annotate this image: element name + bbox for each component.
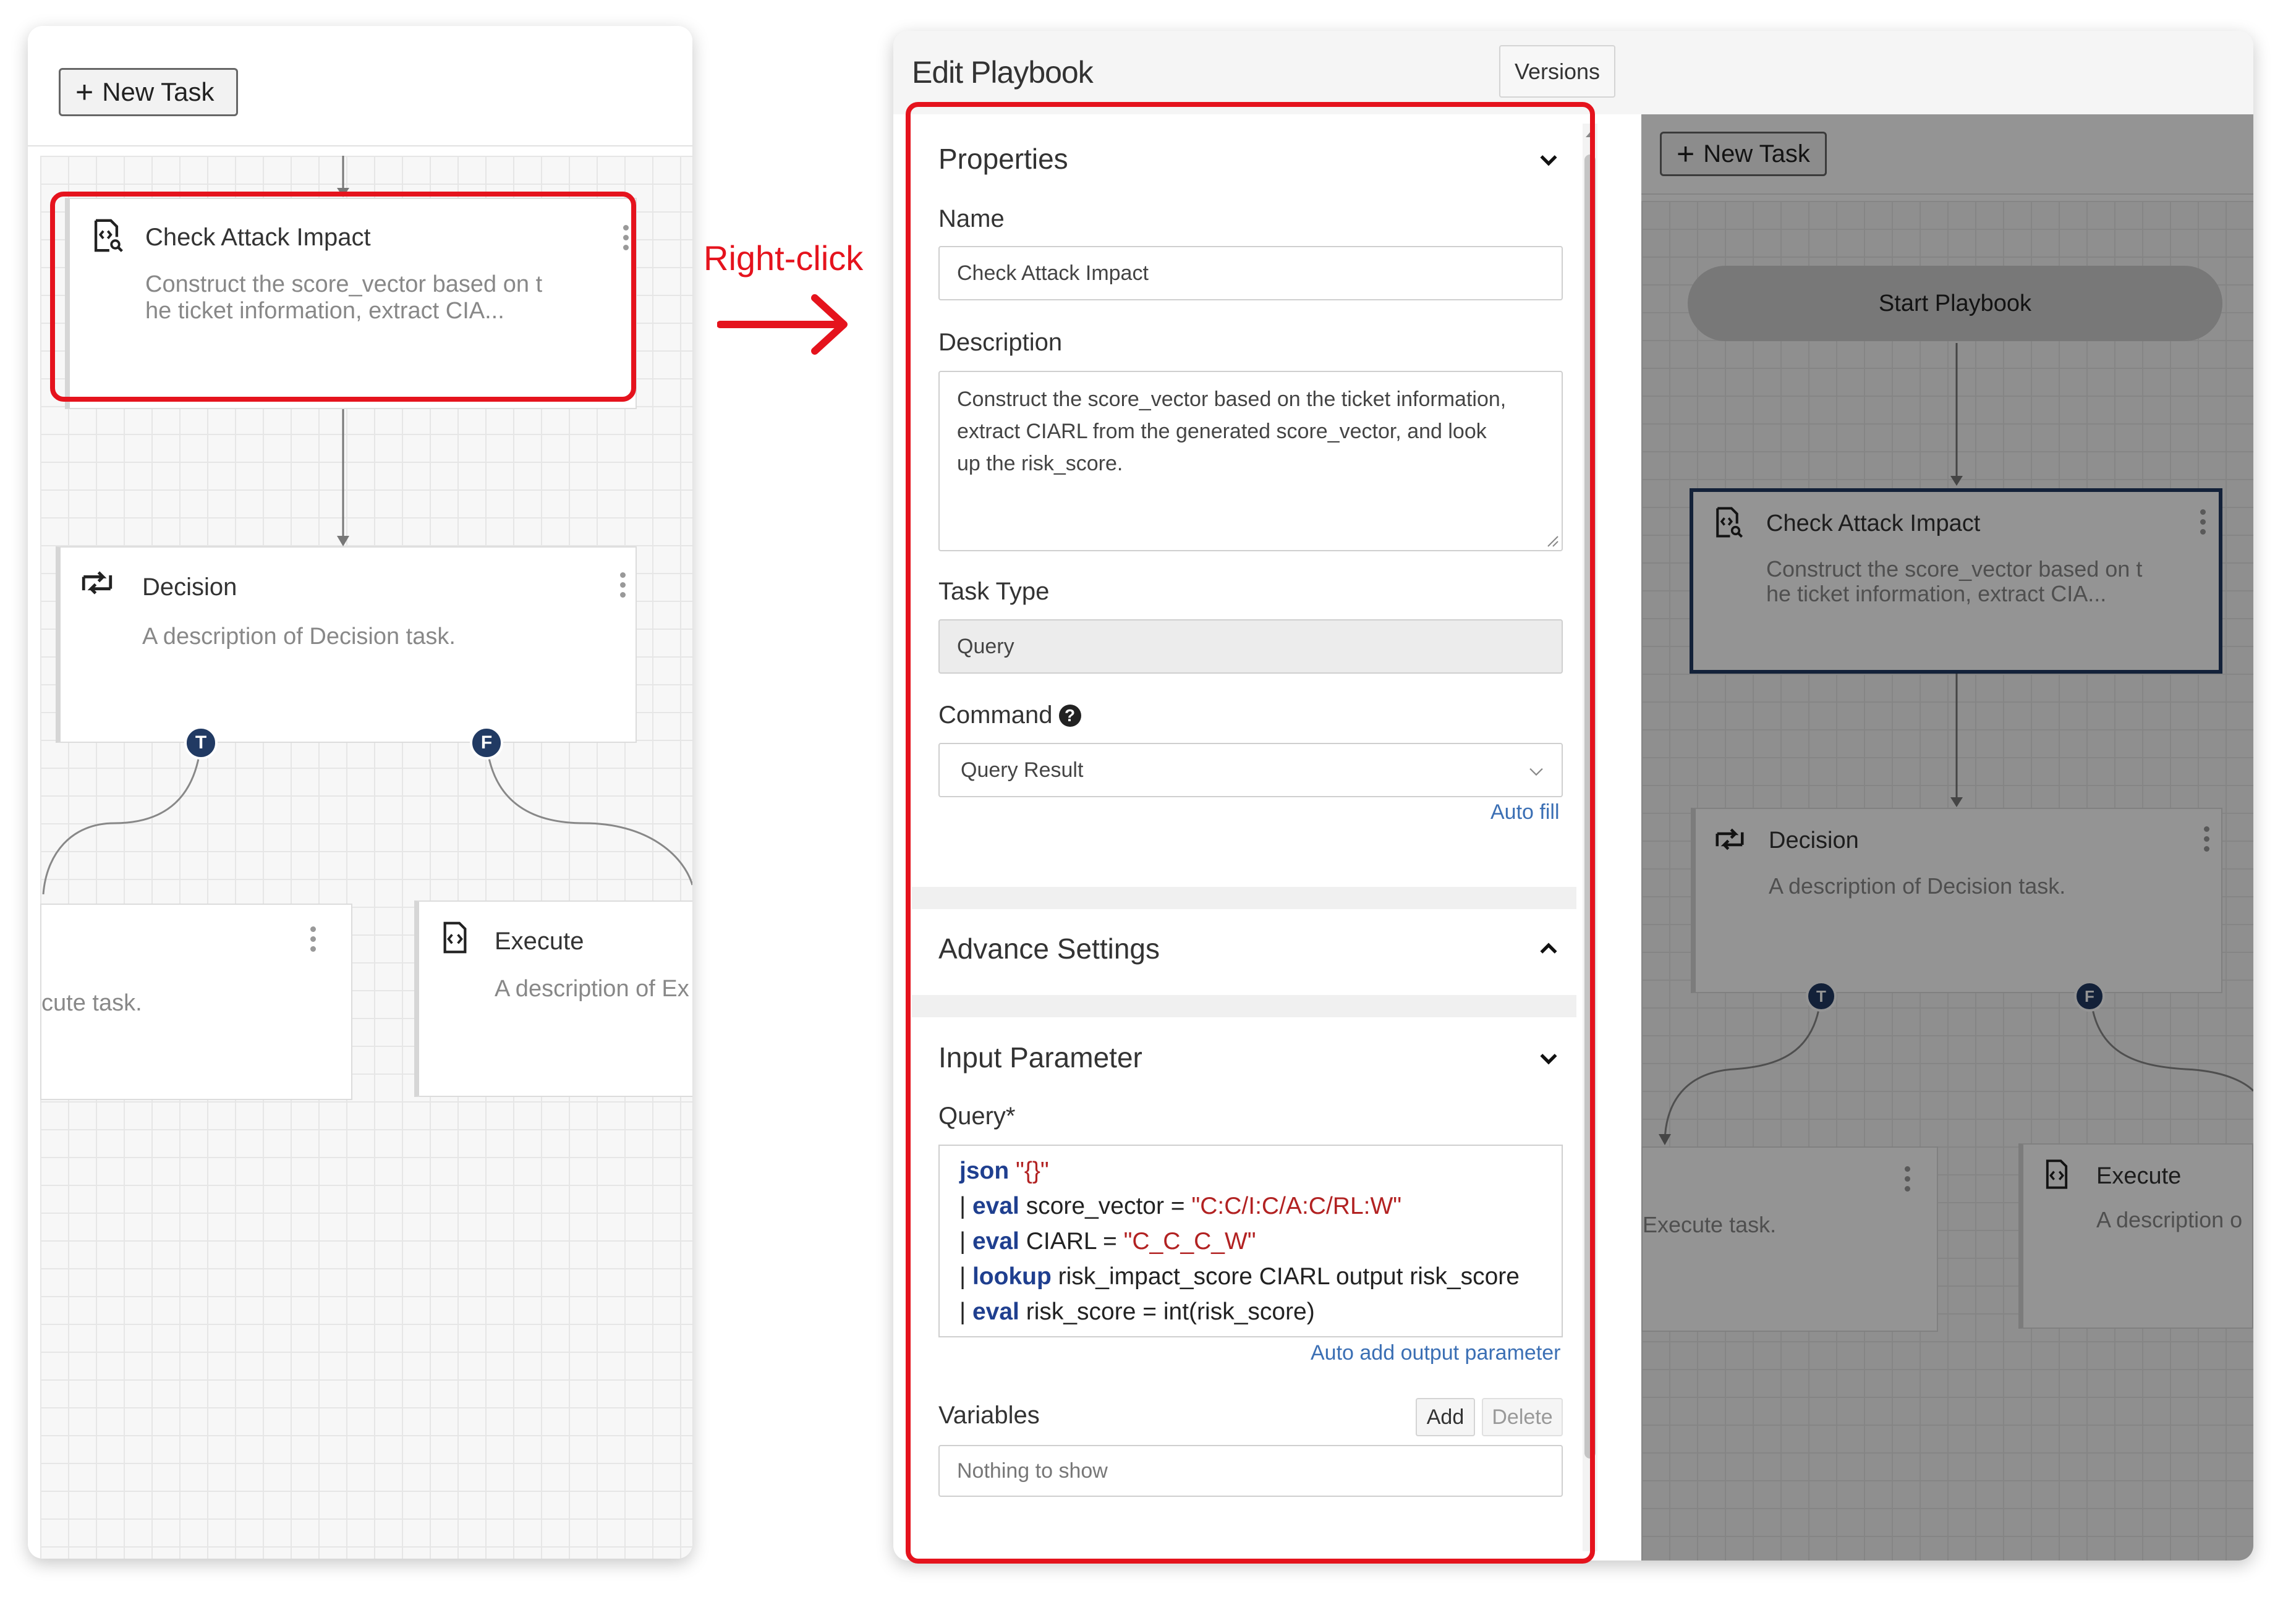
versions-button[interactable]: Versions	[1499, 45, 1615, 98]
highlight-box-form	[906, 102, 1595, 1564]
node-description: cute task.	[41, 990, 142, 1016]
arrow-right-icon	[717, 294, 848, 355]
node-description: A description of Decision task.	[142, 624, 456, 650]
node-title: Decision	[142, 574, 237, 601]
node-description: A description of Ex	[495, 976, 689, 1002]
branch-false-badge[interactable]: F	[470, 726, 503, 760]
kebab-menu-icon[interactable]	[620, 572, 626, 602]
branch-true-badge[interactable]: T	[184, 726, 218, 760]
decision-task-icon	[82, 571, 113, 595]
execute-task-icon	[443, 921, 467, 954]
modal-backdrop[interactable]	[1641, 114, 2253, 1561]
node-title: Execute	[495, 928, 584, 955]
panel-title: Edit Playbook	[912, 55, 1094, 90]
task-node-execute[interactable]: Execute A description of Ex	[414, 900, 692, 1097]
kebab-menu-icon[interactable]	[310, 926, 316, 956]
task-node-decision[interactable]: Decision A description of Decision task.	[56, 546, 637, 743]
task-node-execute-partial[interactable]: cute task.	[40, 904, 352, 1100]
right-click-annotation: Right-click	[704, 239, 864, 277]
highlight-box-task	[50, 192, 636, 402]
